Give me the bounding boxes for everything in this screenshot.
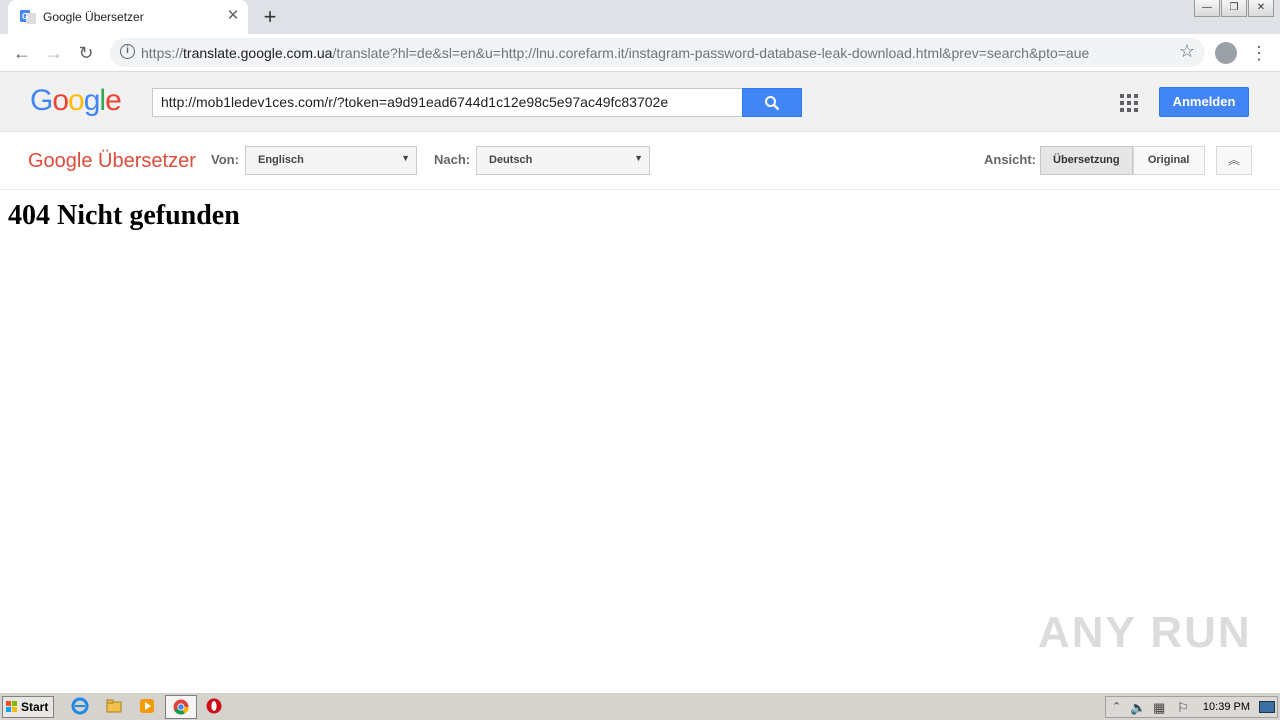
close-window-button[interactable]: ✕ (1248, 0, 1274, 17)
google-header: Google http://mob1ledev1ces.com/r/?token… (0, 72, 1280, 132)
chrome-taskbar-item[interactable] (165, 695, 197, 719)
network-icon[interactable]: ▦ (1153, 700, 1165, 716)
search-input[interactable]: http://mob1ledev1ces.com/r/?token=a9d91e… (152, 88, 743, 117)
system-tray: ⌃ 🔈 ▦ ⚐ 10:39 PM (1105, 696, 1278, 718)
logo-letter: g (83, 84, 101, 117)
url-path: /translate?hl=de&sl=en&u=http://lnu.core… (332, 45, 1090, 61)
page-content: 404 Nicht gefunden (8, 200, 240, 232)
bookmark-star-icon[interactable]: ☆ (1179, 41, 1195, 62)
google-translate-favicon-icon: G (20, 10, 36, 24)
browser-menu-icon[interactable]: ⋮ (1250, 43, 1268, 63)
view-translation-button[interactable]: Übersetzung (1040, 146, 1133, 175)
forward-icon[interactable]: → (42, 41, 66, 65)
file-explorer-icon[interactable] (104, 697, 124, 717)
back-icon[interactable]: ← (10, 41, 34, 65)
logo-letter: o (68, 84, 85, 117)
url-host: translate.google.com.ua (183, 45, 333, 61)
start-label: Start (21, 700, 49, 714)
target-language-value: Deutsch (489, 154, 533, 166)
page-heading: 404 Nicht gefunden (8, 200, 240, 231)
logo-letter: o (52, 84, 69, 117)
apps-grid-icon[interactable] (1120, 94, 1138, 112)
address-bar[interactable]: i https://translate.google.com.ua/transl… (110, 38, 1205, 67)
tab-close-icon[interactable]: ✕ (225, 8, 241, 24)
translate-brand[interactable]: Google Übersetzer (28, 150, 196, 173)
google-logo[interactable]: Google (30, 84, 122, 118)
opera-icon[interactable] (204, 697, 224, 717)
show-desktop-icon[interactable] (1259, 701, 1275, 713)
windows-taskbar: Start ⌃ 🔈 ▦ ⚐ 10:39 PM (0, 692, 1280, 720)
search-icon (765, 96, 780, 111)
minimize-button[interactable]: — (1194, 0, 1220, 17)
media-player-icon[interactable] (137, 697, 157, 717)
site-info-icon[interactable]: i (120, 44, 135, 59)
translate-bar: Google Übersetzer Von: Englisch ▼ Nach: … (0, 132, 1280, 190)
browser-tab[interactable]: G Google Übersetzer ✕ (8, 0, 248, 34)
new-tab-button[interactable]: + (260, 5, 280, 29)
internet-explorer-icon[interactable] (70, 697, 90, 717)
search-button[interactable] (742, 88, 802, 117)
start-button[interactable]: Start (2, 696, 54, 718)
anyrun-watermark: ANY RUN (1038, 608, 1252, 657)
view-label: Ansicht: (984, 152, 1036, 167)
profile-avatar-icon[interactable] (1215, 42, 1237, 64)
view-original-button[interactable]: Original (1132, 146, 1205, 175)
target-language-select[interactable]: Deutsch ▼ (476, 146, 650, 175)
tab-title: Google Übersetzer (43, 10, 144, 24)
show-hidden-icons-icon[interactable]: ⌃ (1112, 700, 1121, 713)
logo-letter: G (30, 84, 53, 117)
collapse-toolbar-icon[interactable]: ︽ (1216, 146, 1252, 175)
dropdown-arrow-icon: ▼ (401, 153, 410, 163)
reload-icon[interactable]: ↻ (74, 41, 98, 65)
action-center-flag-icon[interactable]: ⚐ (1177, 700, 1189, 716)
from-label: Von: (211, 152, 239, 167)
tab-strip: G Google Übersetzer ✕ + — ❐ ✕ (0, 0, 1280, 34)
clock[interactable]: 10:39 PM (1203, 701, 1250, 713)
source-language-select[interactable]: Englisch ▼ (245, 146, 417, 175)
maximize-button[interactable]: ❐ (1221, 0, 1247, 17)
signin-button[interactable]: Anmelden (1159, 87, 1249, 117)
chrome-icon (173, 699, 189, 715)
logo-letter: e (105, 84, 122, 117)
dropdown-arrow-icon: ▼ (634, 153, 643, 163)
source-language-value: Englisch (258, 154, 304, 166)
windows-flag-icon (6, 701, 17, 712)
volume-icon[interactable]: 🔈 (1130, 700, 1146, 716)
browser-toolbar: ← → ↻ i https://translate.google.com.ua/… (0, 34, 1280, 72)
address-url[interactable]: https://translate.google.com.ua/translat… (141, 45, 1089, 61)
view-toggle: Übersetzung Original (1040, 146, 1205, 175)
to-label: Nach: (434, 152, 471, 167)
svg-text:G: G (22, 12, 28, 21)
url-prefix: https:// (141, 45, 184, 61)
window-controls: — ❐ ✕ (1193, 0, 1274, 17)
